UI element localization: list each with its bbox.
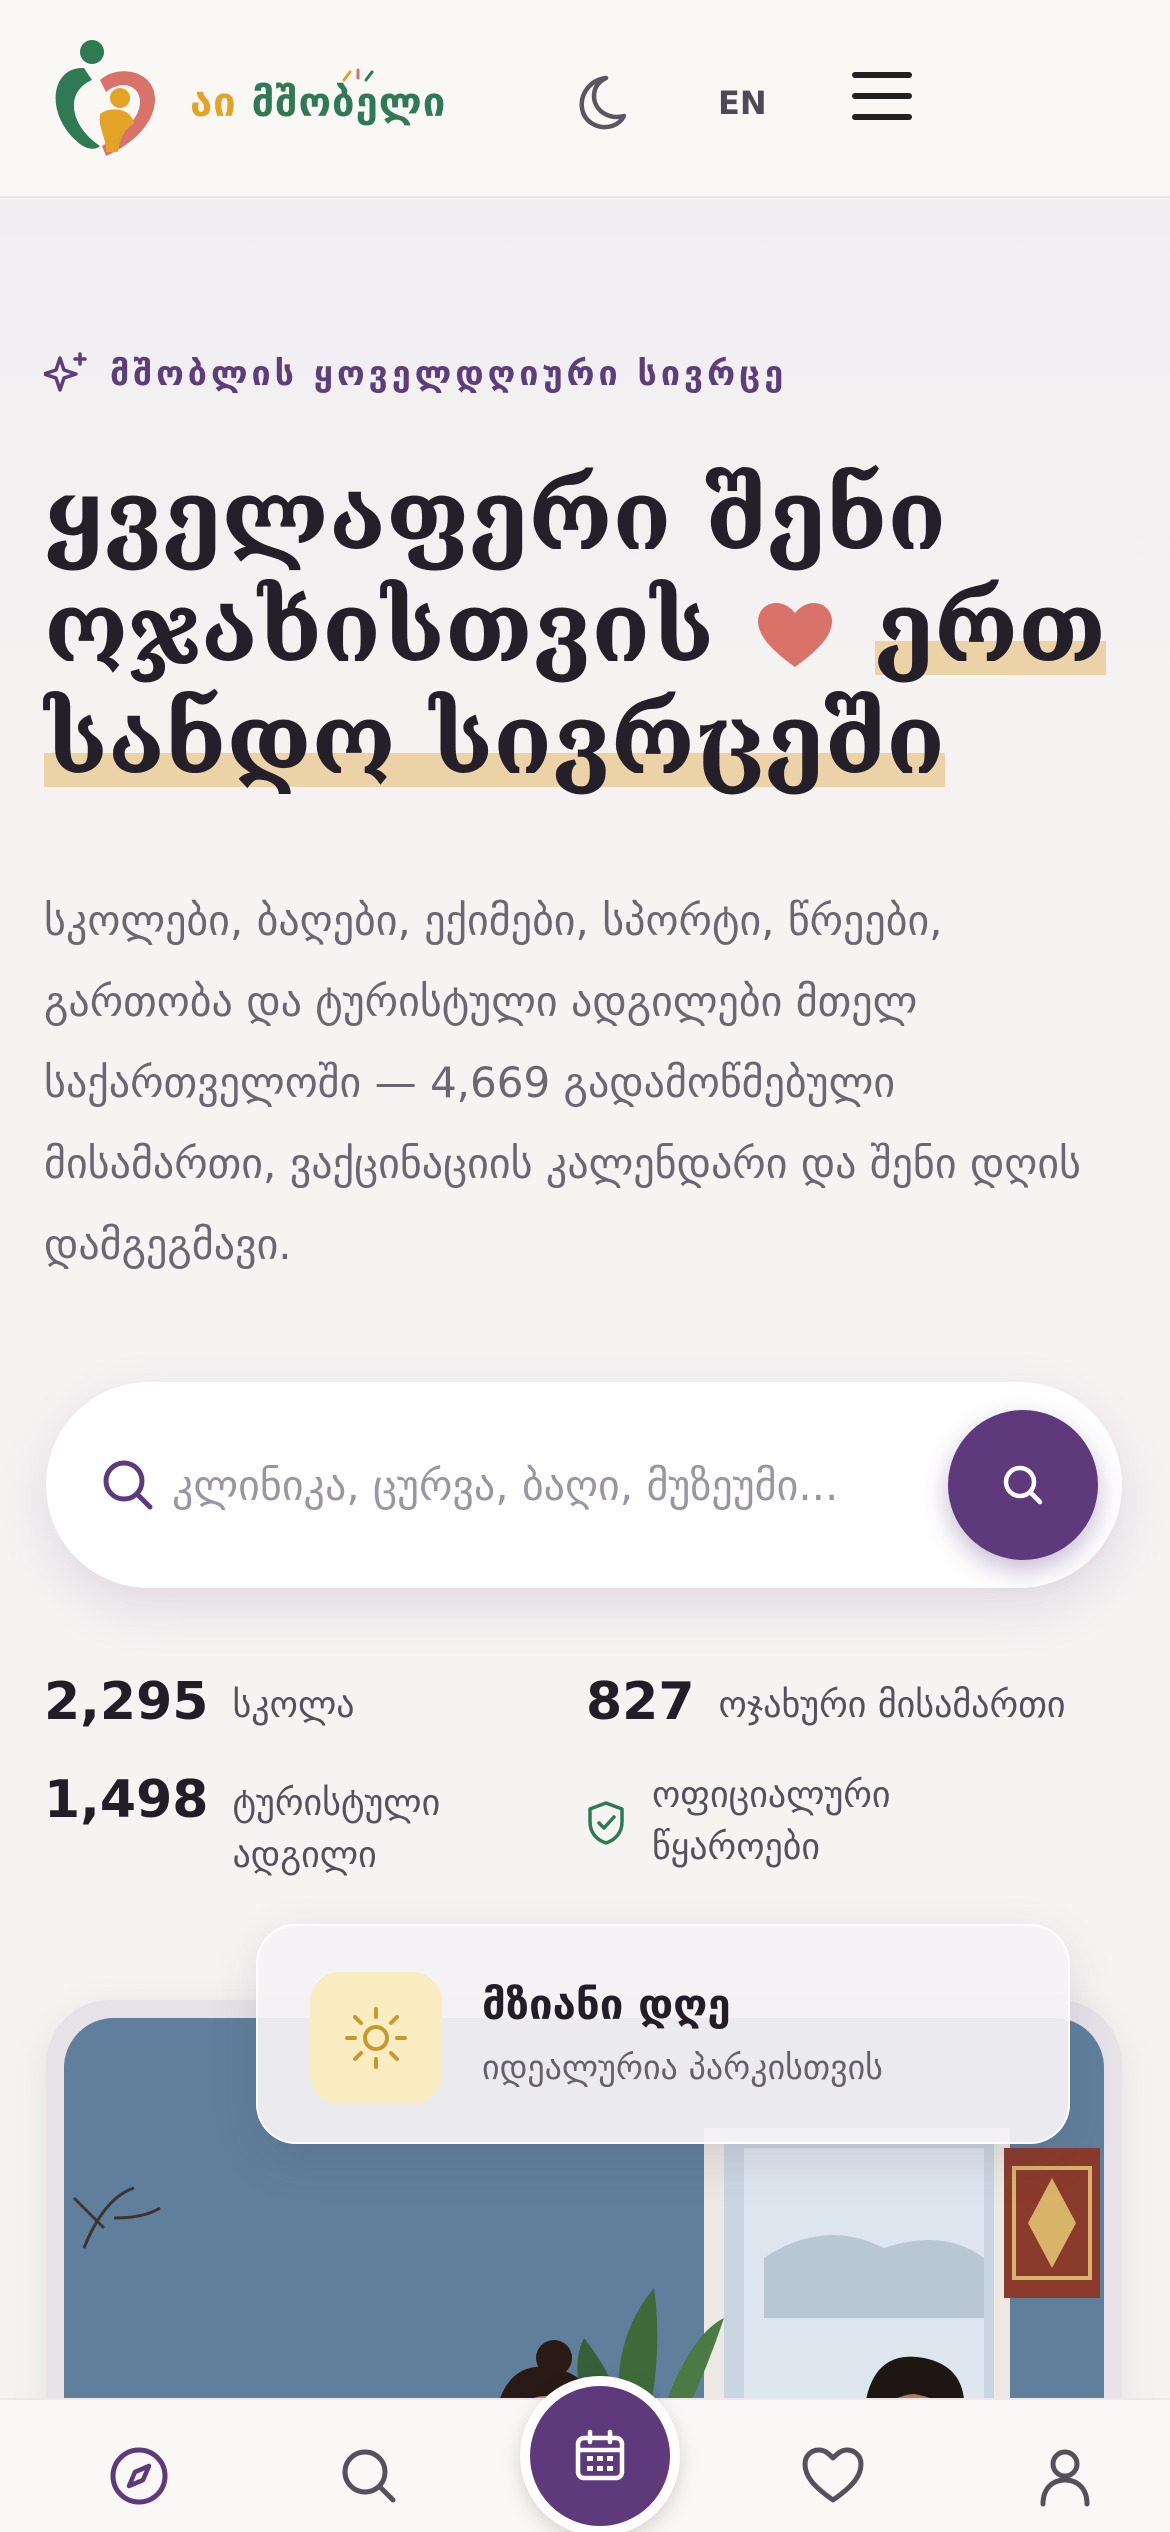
search-input[interactable] bbox=[172, 1442, 982, 1528]
stat-official-sources: ოფიციალური წყაროები bbox=[586, 1770, 891, 1874]
user-icon bbox=[1040, 2449, 1090, 2507]
stat-number: 2,295 bbox=[44, 1672, 209, 1732]
search-icon bbox=[342, 2449, 396, 2503]
shield-check-icon bbox=[588, 1801, 624, 1845]
stat-label-line: ტურისტული bbox=[232, 1783, 441, 1824]
hero-headline: ყველაფერი შენი ოჯახისთვის ერთ სანდო სივრ… bbox=[44, 460, 1144, 796]
hamburger-menu-button[interactable] bbox=[852, 72, 912, 124]
sparkle-icon bbox=[44, 352, 87, 392]
hero-description: სკოლები, ბაღები, ექიმები, სპორტი, წრეები… bbox=[44, 896, 1081, 1269]
nav-profile[interactable] bbox=[1030, 2444, 1100, 2514]
logo-icon[interactable] bbox=[40, 36, 166, 162]
logo-sparkle-icon bbox=[342, 68, 374, 82]
stat-label-line: ოფიციალური bbox=[652, 1775, 891, 1816]
search-icon bbox=[103, 1460, 153, 1510]
nav-favorites[interactable] bbox=[798, 2444, 868, 2514]
eyebrow-text: მშობლის ყოველდღიური სივრცე bbox=[110, 354, 788, 394]
heart-icon bbox=[802, 2447, 864, 2503]
language-toggle[interactable]: EN bbox=[718, 84, 767, 122]
stat-label: სკოლა bbox=[232, 1685, 355, 1726]
weather-title: მზიანი დღე bbox=[482, 1980, 731, 2029]
stat-number: 827 bbox=[586, 1672, 695, 1732]
moon-icon[interactable] bbox=[566, 72, 626, 132]
stat-family-places: 827 ოჯახური მისამართი bbox=[586, 1672, 1066, 1732]
stat-label-line: ადგილი bbox=[232, 1835, 377, 1876]
stat-label: ოჯახური მისამართი bbox=[718, 1685, 1066, 1726]
calendar-icon bbox=[575, 2429, 625, 2481]
logo-text[interactable]: აი მშობელი bbox=[190, 80, 446, 126]
headline-line-3: სანდო სივრცეში bbox=[44, 683, 945, 796]
weather-card[interactable]: მზიანი დღე იდეალურია პარკისთვის bbox=[256, 1924, 1070, 2144]
search-icon bbox=[1003, 1465, 1043, 1505]
stat-label: ოფიციალური წყაროები bbox=[652, 1770, 891, 1874]
stat-label: ტურისტული ადგილი bbox=[232, 1770, 440, 1882]
logo-text-b: მშობელი bbox=[251, 80, 447, 126]
nav-search[interactable] bbox=[334, 2444, 404, 2514]
headline-line-2-start: ოჯახისთვის bbox=[44, 571, 715, 684]
search-bar[interactable] bbox=[46, 1382, 1122, 1588]
sun-icon bbox=[345, 2007, 407, 2069]
heart-icon bbox=[757, 603, 832, 668]
nav-calendar-button[interactable] bbox=[520, 2376, 680, 2532]
hamburger-line bbox=[852, 93, 912, 99]
hamburger-line bbox=[852, 72, 912, 78]
logo-text-a: აი bbox=[190, 80, 237, 126]
weather-subtitle: იდეალურია პარკისთვის bbox=[482, 2048, 883, 2088]
stat-schools: 2,295 სკოლა bbox=[44, 1672, 355, 1732]
stat-label-line: წყაროები bbox=[652, 1827, 821, 1868]
hamburger-line bbox=[852, 114, 912, 120]
search-submit-button[interactable] bbox=[948, 1410, 1098, 1560]
headline-line-2-end: ერთ bbox=[874, 571, 1106, 684]
compass-icon bbox=[110, 2447, 168, 2505]
stat-number: 1,498 bbox=[44, 1770, 209, 1830]
nav-explore[interactable] bbox=[104, 2444, 174, 2514]
hero-eyebrow: მშობლის ყოველდღიური სივრცე bbox=[44, 352, 787, 396]
top-header: აი მშობელი EN bbox=[0, 0, 1170, 198]
headline-line-1: ყველაფერი შენი bbox=[44, 459, 947, 572]
stat-tourist-places: 1,498 ტურისტული ადგილი bbox=[44, 1770, 440, 1882]
weather-icon-box bbox=[310, 1972, 442, 2104]
